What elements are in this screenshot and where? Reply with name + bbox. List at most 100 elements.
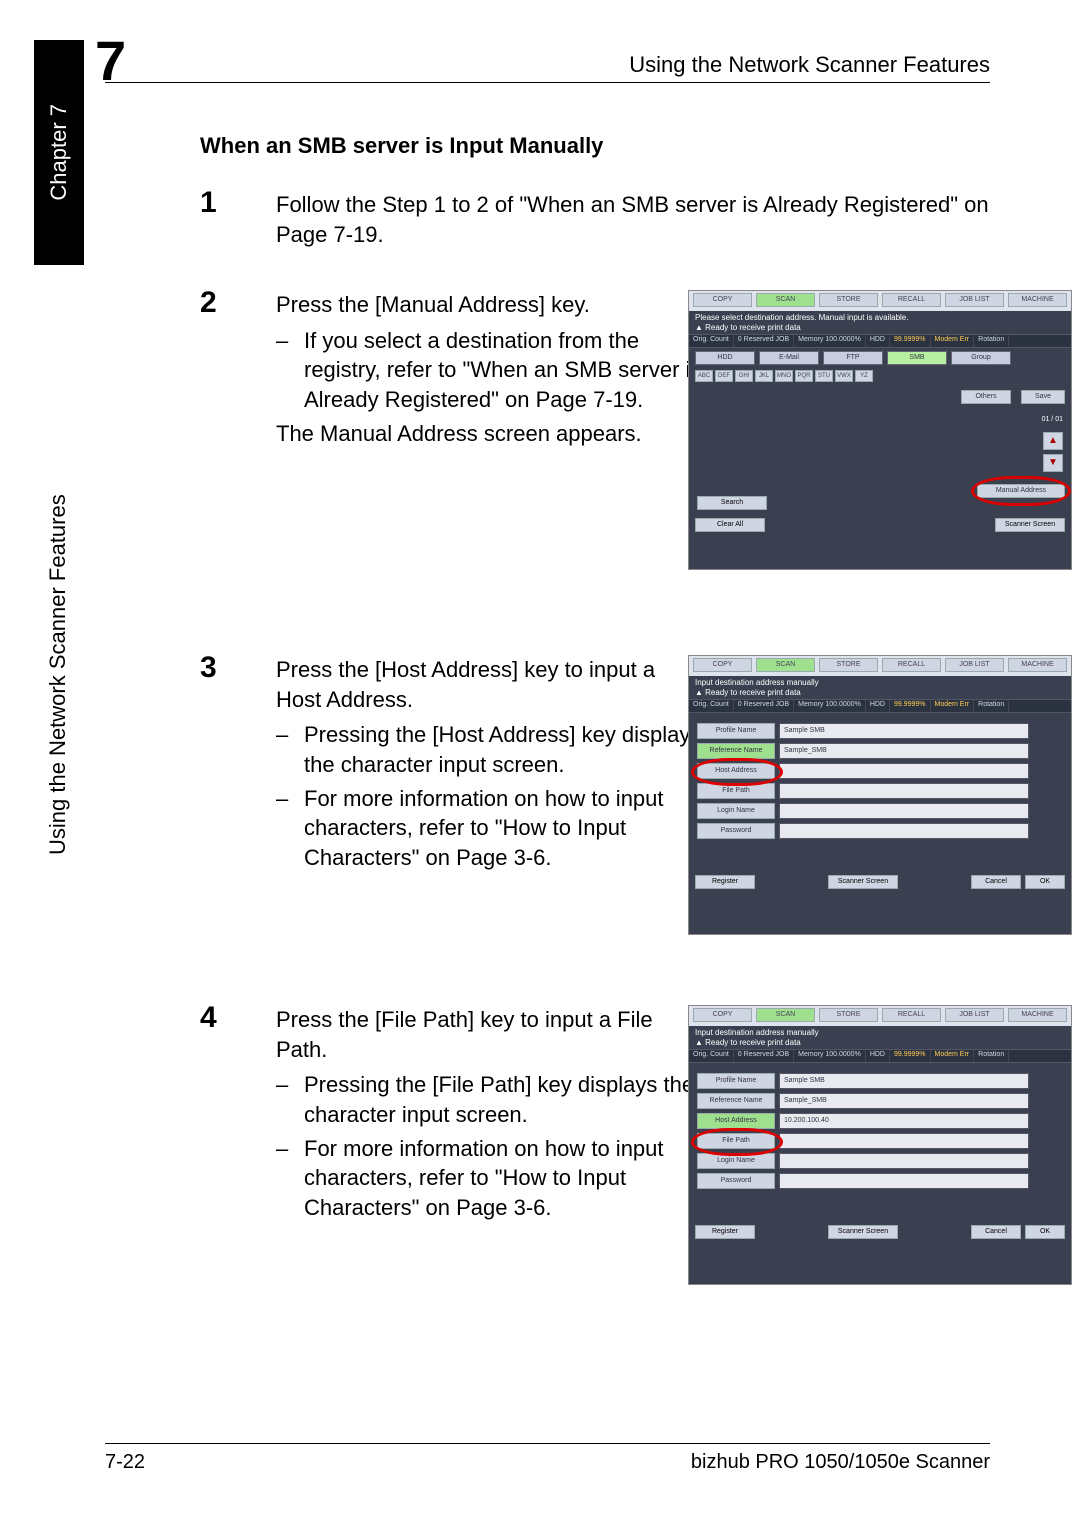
tab-copy[interactable]: COPY [693, 658, 752, 672]
password-value [779, 1173, 1029, 1189]
others-button[interactable]: Others [961, 390, 1011, 404]
letter-key[interactable]: STU [815, 370, 833, 382]
file-path-value [779, 1133, 1029, 1149]
tab-joblist[interactable]: JOB LIST [945, 293, 1004, 307]
header-right: Using the Network Scanner Features [629, 52, 990, 78]
tab-machine[interactable]: MACHINE [1008, 293, 1067, 307]
letter-key[interactable]: ABC [695, 370, 713, 382]
highlight-ring [691, 1128, 783, 1156]
highlight-ring [971, 476, 1071, 506]
search-button[interactable]: Search [697, 496, 767, 510]
password-value [779, 823, 1029, 839]
rule [105, 82, 990, 83]
step-number: 4 [200, 1001, 217, 1035]
dest-tab-group[interactable]: Group [951, 351, 1011, 365]
tab-recall[interactable]: RECALL [882, 1008, 941, 1022]
step-number: 1 [200, 186, 217, 220]
section-heading: When an SMB server is Input Manually [200, 133, 603, 159]
scanner-screen-button[interactable]: Scanner Screen [828, 875, 898, 889]
host-address-button[interactable]: Host Address [697, 1113, 775, 1129]
cancel-button[interactable]: Cancel [971, 875, 1021, 889]
tab-recall[interactable]: RECALL [882, 293, 941, 307]
login-name-value [779, 1153, 1029, 1169]
rule [105, 1443, 990, 1444]
screen-ready: ▲ Ready to receive print data [689, 1039, 1071, 1049]
screenshot-manual-address: COPY SCAN STORE RECALL JOB LIST MACHINE … [688, 290, 1072, 570]
tab-scan[interactable]: SCAN [756, 1008, 815, 1022]
dest-tab-smb[interactable]: SMB [887, 351, 947, 365]
register-button[interactable]: Register [695, 1225, 755, 1239]
tab-joblist[interactable]: JOB LIST [945, 1008, 1004, 1022]
tab-store[interactable]: STORE [819, 293, 878, 307]
screenshot-host-address: COPY SCAN STORE RECALL JOB LIST MACHINE … [688, 655, 1072, 935]
step-text: Press the [File Path] key to input a Fil… [276, 1005, 706, 1064]
footer-model: bizhub PRO 1050/1050e Scanner [691, 1451, 990, 1474]
page-indicator: 01 / 01 [1042, 416, 1063, 423]
host-address-value: 10.200.100.40 [779, 1113, 1029, 1129]
tab-recall[interactable]: RECALL [882, 658, 941, 672]
letter-key[interactable]: DEF [715, 370, 733, 382]
step-1: 1 Follow the Step 1 to 2 of "When an SMB… [200, 190, 990, 255]
step-number: 2 [200, 286, 217, 320]
tab-copy[interactable]: COPY [693, 293, 752, 307]
letter-key[interactable]: PQR [795, 370, 813, 382]
arrow-up-icon[interactable]: ▲ [1043, 432, 1063, 450]
tab-scan[interactable]: SCAN [756, 293, 815, 307]
highlight-ring [691, 758, 783, 786]
status-bar: Orig. Count0 Reserved JOBMemory 100.0000… [689, 1049, 1071, 1063]
login-name-value [779, 803, 1029, 819]
tab-machine[interactable]: MACHINE [1008, 658, 1067, 672]
tab-scan[interactable]: SCAN [756, 658, 815, 672]
screenshot-file-path: COPY SCAN STORE RECALL JOB LIST MACHINE … [688, 1005, 1072, 1285]
step-number: 3 [200, 651, 217, 685]
page: Chapter 7 Using the Network Scanner Feat… [0, 0, 1080, 1529]
screen-ready: ▲ Ready to receive print data [689, 324, 1071, 334]
profile-name-value: Sample SMB [779, 1073, 1029, 1089]
dest-tab-email[interactable]: E-Mail [759, 351, 819, 365]
cancel-button[interactable]: Cancel [971, 1225, 1021, 1239]
tab-copy[interactable]: COPY [693, 1008, 752, 1022]
scanner-screen-button[interactable]: Scanner Screen [828, 1225, 898, 1239]
step-bullet: For more information on how to input cha… [276, 784, 706, 873]
letter-key[interactable]: VWX [835, 370, 853, 382]
reference-name-value: Sample_SMB [779, 743, 1029, 759]
letter-key[interactable]: JKL [755, 370, 773, 382]
tab-joblist[interactable]: JOB LIST [945, 658, 1004, 672]
password-button[interactable]: Password [697, 1173, 775, 1189]
ok-button[interactable]: OK [1025, 875, 1065, 889]
letter-key[interactable]: MNO [775, 370, 793, 382]
arrow-down-icon[interactable]: ▼ [1043, 454, 1063, 472]
dest-tab-ftp[interactable]: FTP [823, 351, 883, 365]
letter-key[interactable]: GHI [735, 370, 753, 382]
status-bar: Orig. Count0 Reserved JOBMemory 100.0000… [689, 699, 1071, 713]
letter-key[interactable]: YZ [855, 370, 873, 382]
reference-name-button[interactable]: Reference Name [697, 743, 775, 759]
file-path-value [779, 783, 1029, 799]
chapter-tab: Chapter 7 [34, 40, 84, 265]
host-address-value [779, 763, 1029, 779]
step-bullet: Pressing the [File Path] key displays th… [276, 1070, 706, 1129]
tab-machine[interactable]: MACHINE [1008, 1008, 1067, 1022]
tab-store[interactable]: STORE [819, 658, 878, 672]
page-number: 7-22 [105, 1451, 145, 1474]
save-button[interactable]: Save [1021, 390, 1065, 404]
step-text: Press the [Host Address] key to input a … [276, 655, 706, 714]
reference-name-button[interactable]: Reference Name [697, 1093, 775, 1109]
dest-tab-hdd[interactable]: HDD [695, 351, 755, 365]
tab-store[interactable]: STORE [819, 1008, 878, 1022]
profile-name-value: Sample SMB [779, 723, 1029, 739]
ok-button[interactable]: OK [1025, 1225, 1065, 1239]
side-section-label: Using the Network Scanner Features [45, 494, 71, 855]
password-button[interactable]: Password [697, 823, 775, 839]
register-button[interactable]: Register [695, 875, 755, 889]
step-text: Follow the Step 1 to 2 of "When an SMB s… [276, 190, 990, 249]
chapter-number: 7 [95, 28, 126, 93]
step-bullet: For more information on how to input cha… [276, 1134, 706, 1223]
scanner-screen-button[interactable]: Scanner Screen [995, 518, 1065, 532]
step-bullet: Pressing the [Host Address] key displays… [276, 720, 706, 779]
profile-name-button[interactable]: Profile Name [697, 1073, 775, 1089]
clear-all-button[interactable]: Clear All [695, 518, 765, 532]
profile-name-button[interactable]: Profile Name [697, 723, 775, 739]
login-name-button[interactable]: Login Name [697, 803, 775, 819]
letter-row: ABC DEF GHI JKL MNO PQR STU VWX YZ [689, 368, 1071, 386]
